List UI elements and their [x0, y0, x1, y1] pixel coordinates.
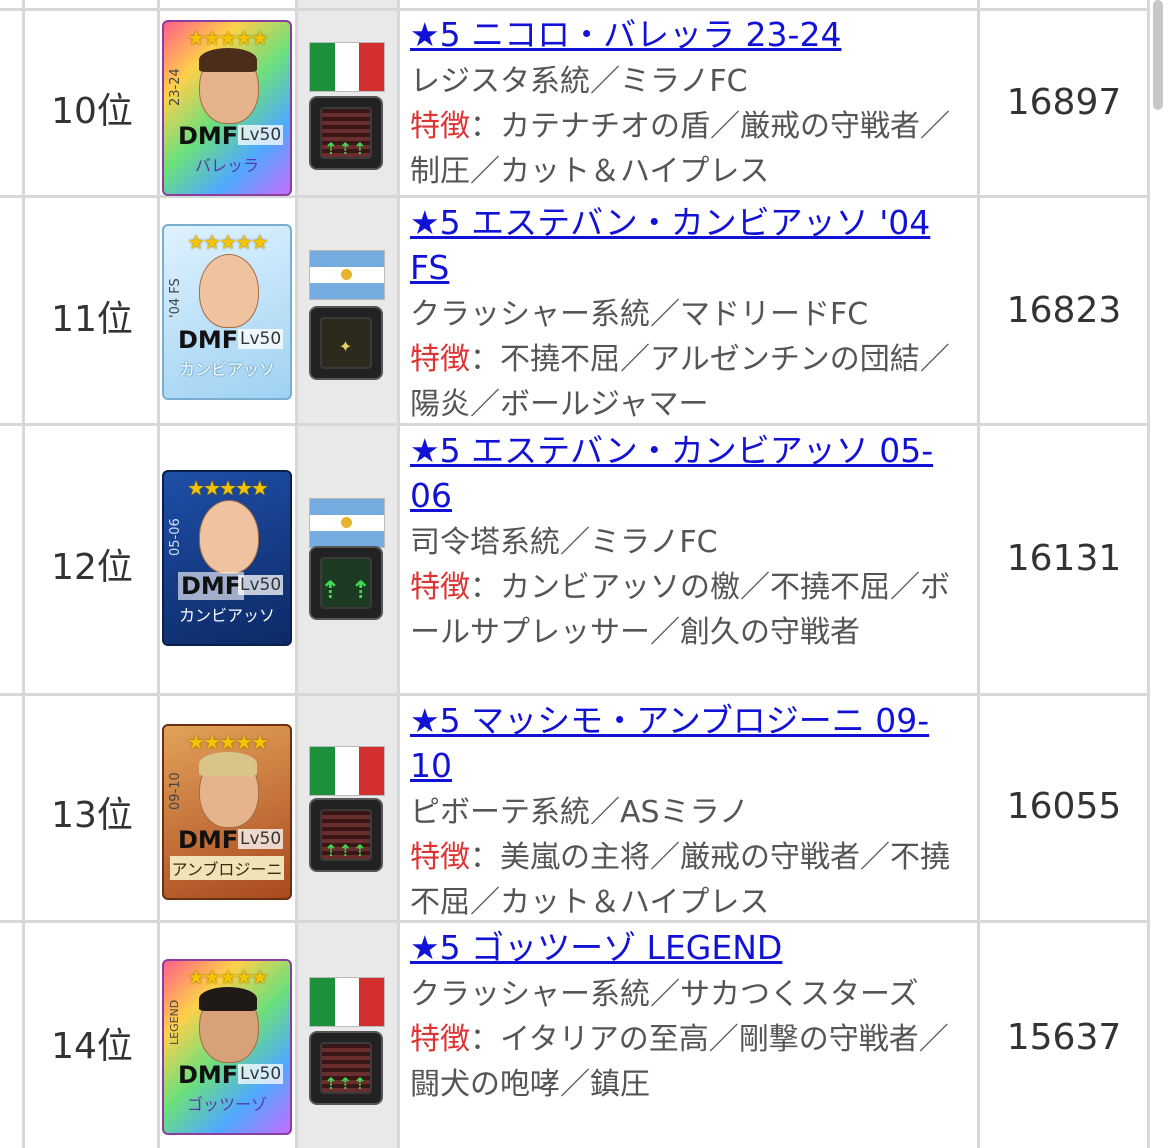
player-info: ★5 エステバン・カンビアッソ '04 FS クラッシャー系統／マドリードFC …	[410, 202, 970, 427]
player-info: ★5 ゴッツーゾ LEGEND クラッシャー系統／サカつくスターズ 特徴：イタリ…	[410, 927, 970, 1107]
press-tactic-icon: ⇡⇡⇡	[309, 96, 383, 170]
player-card[interactable]: ★★★★★ 09-10 DMF Lv50 アンブロジーニ	[162, 724, 292, 900]
player-hair	[199, 987, 257, 1011]
italy-flag-icon	[309, 42, 385, 92]
card-name: バレッラ	[194, 156, 259, 175]
card-name: カンビアッソ	[178, 360, 275, 379]
player-type: ピボーテ系統／ASミラノ	[410, 795, 749, 830]
player-card[interactable]: ★★★★★ 05-06 DMF Lv50 カンビアッソ	[162, 470, 292, 646]
press-tactic-icon: ⇡⇡⇡	[309, 798, 383, 872]
card-position: DMF	[178, 1061, 239, 1089]
feature-text: ：不撓不屈／アルゼンチンの団結／陽炎／ボールジャマー	[410, 342, 950, 422]
table-row: 13位 ★★★★★ 09-10 DMF Lv50 アンブロジーニ ⇡⇡⇡ ★5 …	[0, 696, 1150, 921]
score-value: 16055	[1006, 786, 1122, 827]
player-card[interactable]: ★★★★★ 23-24 DMF Lv50 バレッラ	[162, 20, 292, 196]
argentina-flag-icon	[309, 250, 385, 300]
player-card[interactable]: ★★★★★ LEGEND DMF Lv50 ゴッツーゾ	[162, 959, 292, 1135]
card-season: 05-06	[168, 518, 183, 556]
score-value: 16131	[1006, 538, 1122, 579]
player-type: クラッシャー系統／マドリードFC	[410, 297, 869, 332]
table-row: 11位 ★★★★★ '04 FS DMF Lv50 カンビアッソ ✦ ★5 エス…	[0, 198, 1150, 423]
rank-label: 13位	[51, 795, 133, 836]
player-type: レジスタ系統／ミラノFC	[410, 64, 748, 99]
pass-network-tactic-icon: ✦	[309, 306, 383, 380]
rank-label: 14位	[51, 1026, 133, 1067]
score-value: 16897	[1006, 82, 1122, 123]
feature-label: 特徴	[410, 570, 470, 605]
player-hair	[199, 752, 257, 776]
scrollbar[interactable]	[1153, 0, 1163, 110]
pass-network-icon: ✦	[338, 337, 354, 356]
ranking-table: 10位 ★★★★★ 23-24 DMF Lv50 バレッラ ⇡⇡⇡ ★5 ニコロ…	[0, 0, 1169, 1148]
italy-flag-icon	[309, 977, 385, 1027]
rank-label: 12位	[51, 547, 133, 588]
feature-label: 特徴	[410, 1022, 470, 1057]
table-row: 12位 ★★★★★ 05-06 DMF Lv50 カンビアッソ ⇡ ⇡ ★5 エ…	[0, 426, 1150, 693]
score-value: 16823	[1006, 290, 1122, 331]
card-name: ゴッツーゾ	[186, 1095, 267, 1114]
card-position: DMF	[178, 326, 239, 354]
player-hair	[199, 48, 257, 72]
italy-flag-icon	[309, 746, 385, 796]
card-level: Lv50	[238, 575, 284, 595]
card-level: Lv50	[238, 829, 284, 849]
card-name: カンビアッソ	[178, 606, 275, 625]
card-level: Lv50	[238, 329, 284, 349]
feature-text: ：美嵐の主将／厳戒の守戦者／不撓不屈／カット＆ハイプレス	[410, 840, 950, 920]
card-season: LEGEND	[168, 999, 181, 1045]
card-level: Lv50	[238, 125, 284, 145]
player-card[interactable]: ★★★★★ '04 FS DMF Lv50 カンビアッソ	[162, 224, 292, 400]
table-row: 10位 ★★★★★ 23-24 DMF Lv50 バレッラ ⇡⇡⇡ ★5 ニコロ…	[0, 8, 1150, 196]
player-link[interactable]: ★5 ゴッツーゾ LEGEND	[410, 928, 782, 967]
player-info: ★5 マッシモ・アンブロジーニ 09-10 ピボーテ系統／ASミラノ 特徴：美嵐…	[410, 700, 970, 925]
table-row: 14位 ★★★★★ LEGEND DMF Lv50 ゴッツーゾ ⇡⇡⇡ ★5 ゴ…	[0, 923, 1150, 1148]
player-type: クラッシャー系統／サカつくスターズ	[410, 977, 919, 1012]
rarity-stars: ★★★★★	[187, 230, 269, 254]
player-info: ★5 エステバン・カンビアッソ 05-06 司令塔系統／ミラノFC 特徴：カンビ…	[410, 430, 970, 655]
feature-text: ：イタリアの至高／剛撃の守戦者／闘犬の咆哮／鎮圧	[410, 1022, 949, 1102]
player-portrait	[199, 254, 259, 328]
card-season: 23-24	[168, 68, 183, 106]
rarity-stars: ★★★★★	[187, 730, 269, 754]
rarity-stars: ★★★★★	[187, 965, 269, 989]
card-position: DMF	[178, 572, 245, 600]
rarity-stars: ★★★★★	[187, 476, 269, 500]
rarity-stars: ★★★★★	[187, 26, 269, 50]
card-position: DMF	[178, 122, 239, 150]
player-link[interactable]: ★5 エステバン・カンビアッソ '04 FS	[410, 203, 930, 287]
press-tactic-icon: ⇡⇡⇡	[309, 1031, 383, 1105]
long-arrows-tactic-icon: ⇡ ⇡	[309, 546, 383, 620]
feature-text: ：カンビアッソの檄／不撓不屈／ボールサプレッサー／創久の守戦者	[410, 570, 950, 650]
rank-label: 11位	[51, 299, 133, 340]
card-season: '04 FS	[168, 278, 183, 318]
feature-label: 特徴	[410, 109, 470, 144]
card-name: アンブロジーニ	[170, 856, 284, 880]
feature-text: ：カテナチオの盾／厳戒の守戦者／制圧／カット＆ハイプレス	[410, 109, 950, 189]
card-position: DMF	[178, 826, 239, 854]
argentina-flag-icon	[309, 498, 385, 548]
rank-label: 10位	[51, 91, 133, 132]
player-portrait	[199, 500, 259, 574]
player-link[interactable]: ★5 マッシモ・アンブロジーニ 09-10	[410, 701, 929, 785]
player-info: ★5 ニコロ・バレッラ 23-24 レジスタ系統／ミラノFC 特徴：カテナチオの…	[410, 14, 970, 194]
feature-label: 特徴	[410, 840, 470, 875]
feature-label: 特徴	[410, 342, 470, 377]
card-season: 09-10	[168, 772, 183, 810]
score-value: 15637	[1006, 1017, 1122, 1058]
player-link[interactable]: ★5 エステバン・カンビアッソ 05-06	[410, 431, 933, 515]
player-link[interactable]: ★5 ニコロ・バレッラ 23-24	[410, 15, 841, 54]
card-level: Lv50	[238, 1064, 284, 1084]
player-type: 司令塔系統／ミラノFC	[410, 525, 718, 560]
